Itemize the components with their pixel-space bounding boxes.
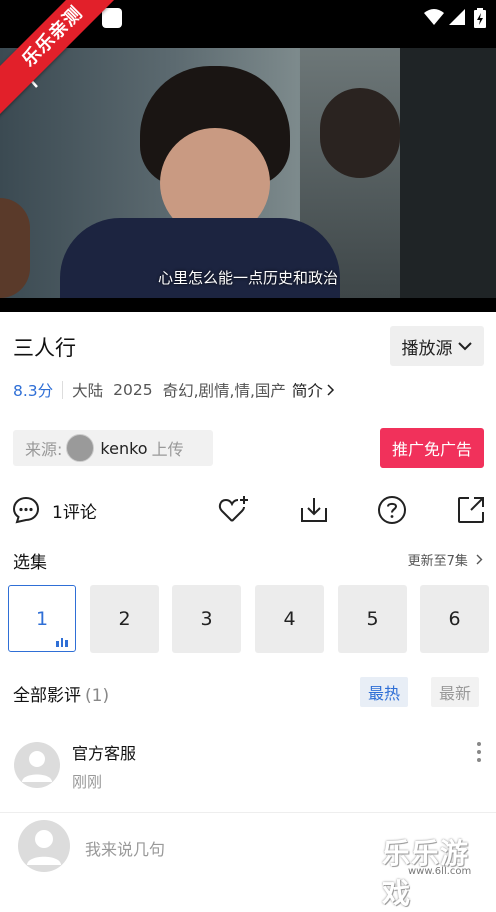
user-icon [22, 751, 52, 782]
download-action[interactable] [299, 494, 329, 526]
episode-button[interactable]: 1 [8, 585, 76, 652]
genres: 奇幻,剧情,情,国产 [162, 382, 286, 400]
comments-title-label: 全部影评 [13, 686, 81, 706]
intro-label: 简介 [291, 382, 323, 400]
divider [62, 381, 64, 399]
wifi-icon [424, 8, 444, 28]
chevron-right-icon [476, 554, 483, 565]
battery-icon [474, 8, 494, 28]
uploader-tag[interactable]: 来源: kenko 上传 [13, 430, 213, 466]
episode-button[interactable]: 6 [420, 585, 489, 653]
comment-input[interactable]: 我来说几句 [85, 836, 165, 860]
uploader-avatar [66, 434, 95, 462]
episode-label: 3 [200, 608, 213, 630]
episodes-title: 选集 [13, 553, 47, 573]
comment-count: 1评论 [52, 502, 97, 523]
favorite-action[interactable] [218, 494, 250, 526]
region: 大陆 [72, 382, 104, 400]
share-action[interactable] [456, 494, 486, 526]
playing-icon [56, 637, 68, 647]
episodes-updated-link[interactable]: 更新至7集 [408, 550, 484, 569]
download-icon [301, 498, 327, 522]
chevron-down-icon [457, 342, 472, 351]
year: 2025 [113, 381, 153, 399]
sort-new-button[interactable]: 最新 [431, 677, 480, 707]
comment-author[interactable]: 官方客服 [72, 740, 136, 764]
sort-hot-button[interactable]: 最热 [360, 677, 409, 707]
video-figure [400, 48, 496, 298]
episode-button[interactable]: 4 [255, 585, 324, 653]
more-options-icon[interactable] [474, 742, 484, 762]
comment-action[interactable]: 1评论 [11, 494, 97, 526]
comment-icon [12, 496, 40, 524]
chevron-right-icon [327, 384, 334, 396]
episode-button[interactable]: 3 [172, 585, 241, 653]
intro-link[interactable]: 简介 [292, 379, 336, 401]
watermark-url: www.6ll.com [408, 866, 472, 877]
episode-button[interactable]: 2 [90, 585, 159, 653]
help-action[interactable] [377, 494, 407, 526]
comments-title: 全部影评 (1) [13, 681, 109, 706]
user-icon [27, 830, 61, 865]
avatar [18, 820, 70, 872]
play-source-button[interactable]: 播放源 [390, 326, 484, 366]
video-figure [320, 88, 400, 178]
episode-label: 4 [283, 608, 296, 630]
share-icon [458, 497, 484, 523]
score: 8.3分 [13, 382, 54, 400]
video-player[interactable] [0, 48, 496, 298]
comments-count: (1) [85, 686, 110, 706]
help-icon [378, 496, 406, 524]
page-title: 三人行 [13, 336, 76, 360]
ad-free-button[interactable]: 推广免广告 [380, 428, 484, 468]
heart-add-icon [218, 496, 248, 522]
episode-label: 2 [118, 608, 131, 630]
uploader-suffix: 上传 [151, 440, 184, 459]
app-icon [102, 8, 122, 28]
divider [0, 812, 496, 813]
video-subtitle: 心里怎么能一点历史和政治 [157, 269, 338, 287]
video-letterbox [0, 298, 496, 312]
uploader-prefix: 来源: [25, 440, 63, 459]
signal-icon [448, 8, 468, 28]
episode-label: 6 [448, 608, 461, 630]
avatar[interactable] [14, 742, 60, 788]
uploader-name: kenko [100, 438, 148, 458]
play-source-label: 播放源 [401, 338, 453, 359]
episode-label: 1 [35, 607, 49, 630]
video-meta: 8.3分 大陆 2025 奇幻,剧情,情,国产 简介 [13, 379, 336, 401]
episode-label: 5 [366, 608, 379, 630]
episodes-updated: 更新至7集 [407, 554, 468, 569]
episode-button[interactable]: 5 [338, 585, 407, 653]
comment-time: 刚刚 [72, 773, 103, 791]
